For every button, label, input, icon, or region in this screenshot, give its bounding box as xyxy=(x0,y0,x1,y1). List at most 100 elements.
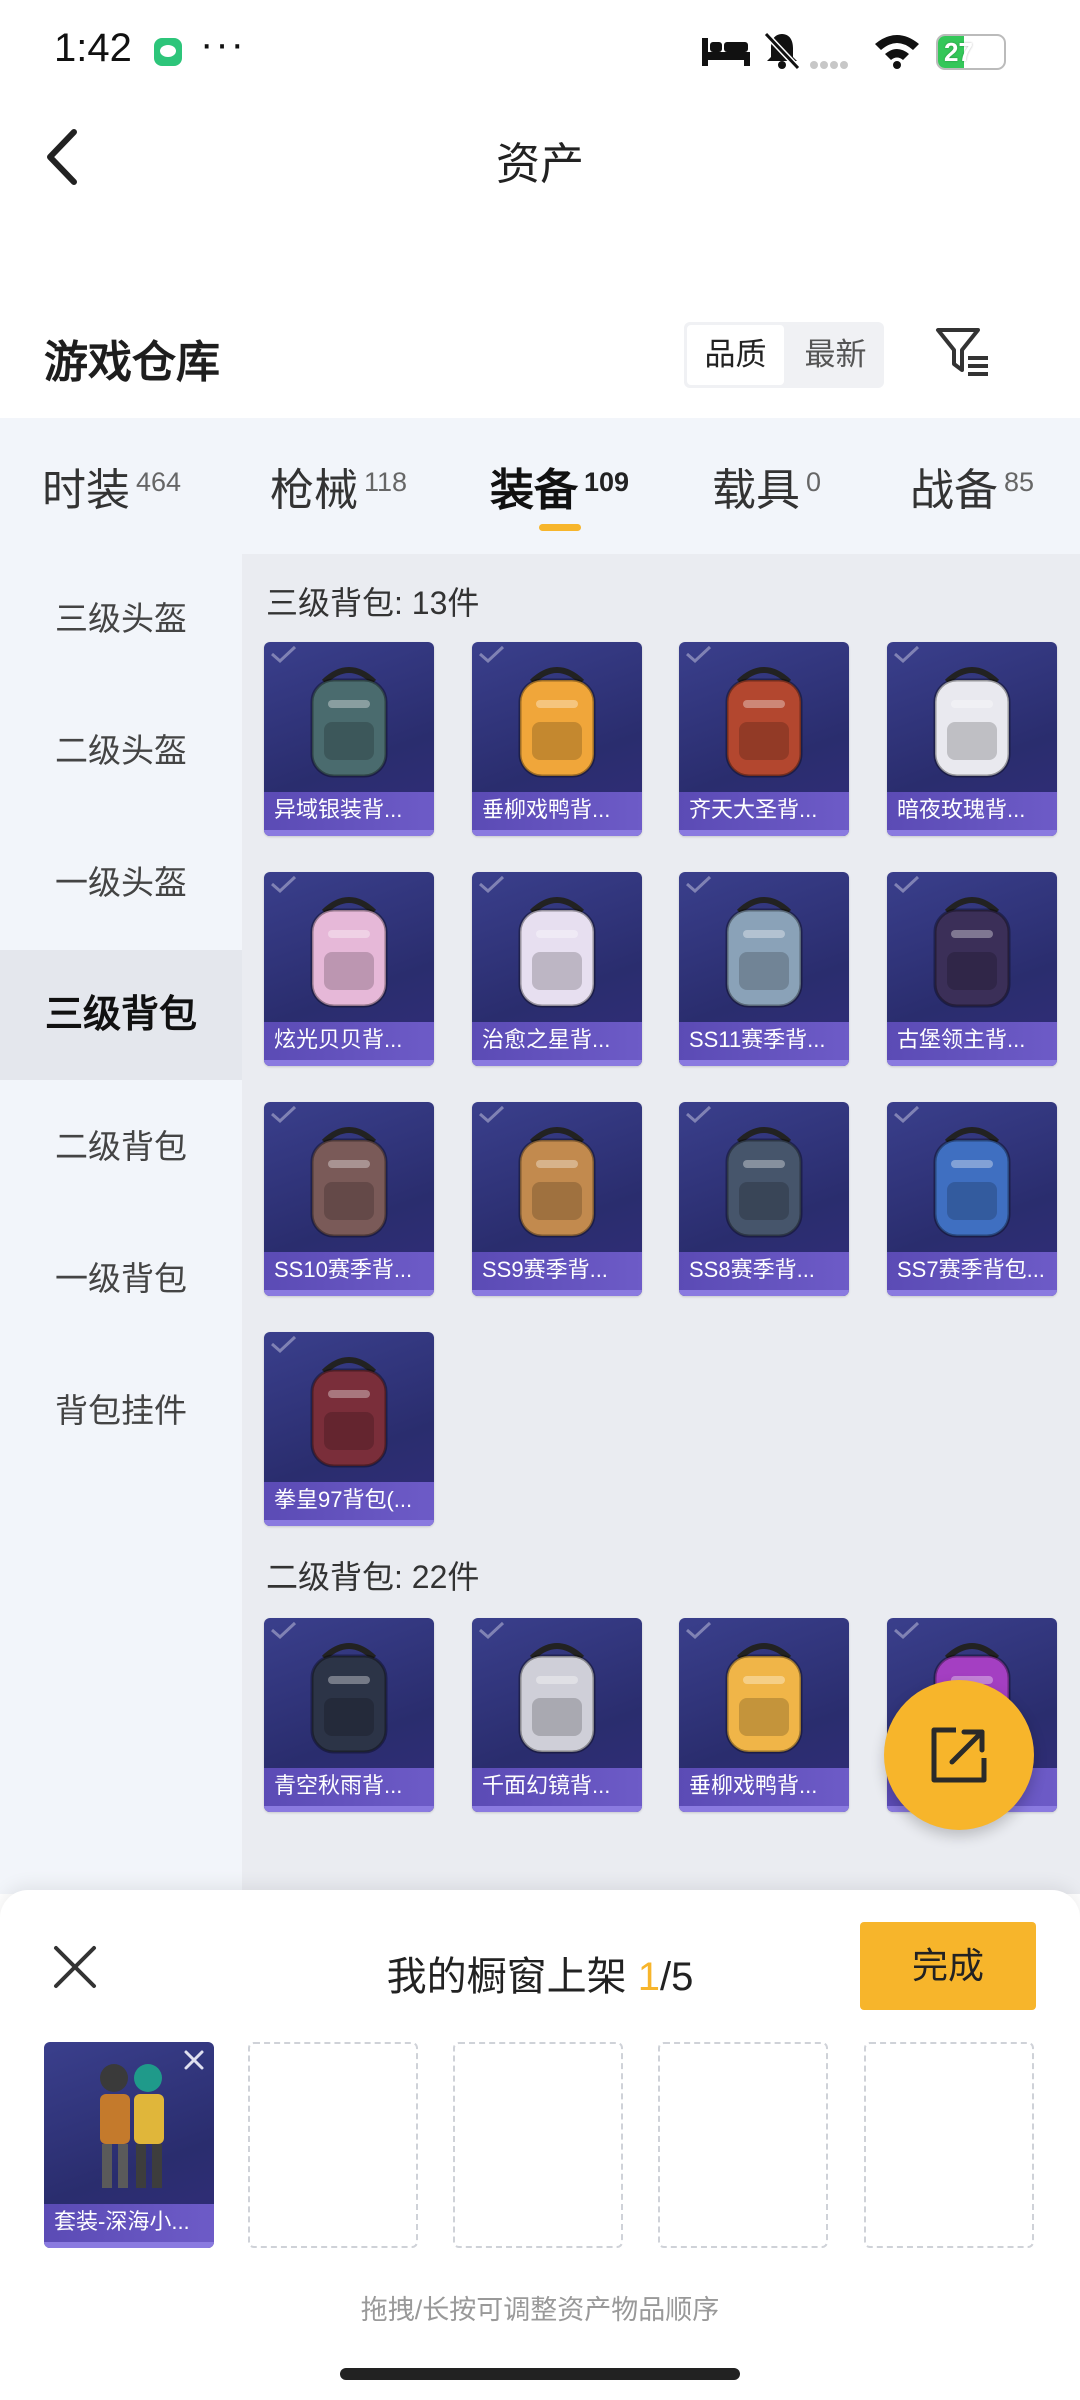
tab-count: 85 xyxy=(1004,467,1035,497)
sidebar-item-level1-helmet[interactable]: 一级头盔 xyxy=(0,818,242,948)
tab-fashion[interactable]: 时装 464 xyxy=(42,454,181,534)
backpack-icon xyxy=(933,1127,1011,1238)
status-bar: 1:42 ··· 27 xyxy=(0,0,1080,100)
wechat-notification-icon xyxy=(154,38,182,66)
filter-icon[interactable] xyxy=(934,322,994,382)
sort-by-newest[interactable]: 最新 xyxy=(787,322,884,388)
tab-label: 时装 xyxy=(42,466,130,515)
remove-icon[interactable] xyxy=(182,2048,206,2072)
fighter-backpack-icon xyxy=(310,1357,388,1468)
tab-label: 枪械 xyxy=(270,466,358,515)
backpack-icon xyxy=(725,1127,803,1238)
sidebar-item-level2-helmet[interactable]: 二级头盔 xyxy=(0,686,242,816)
tab-count: 464 xyxy=(136,467,182,497)
item-card[interactable]: 青空秋雨背... xyxy=(264,1618,434,1812)
tab-count: 118 xyxy=(364,467,408,497)
tab-supplies[interactable]: 战备 85 xyxy=(910,454,1034,534)
item-name: SS10赛季背... xyxy=(264,1252,434,1296)
sidebar-item-level3-backpack[interactable]: 三级背包 xyxy=(0,950,242,1080)
item-card[interactable]: SS9赛季背... xyxy=(472,1102,642,1296)
section-title: 三级背包: 13件 xyxy=(266,585,480,621)
reorder-hint: 拖拽/长按可调整资产物品顺序 xyxy=(360,2295,720,2325)
item-card[interactable]: 炫光贝贝背... xyxy=(264,872,434,1066)
item-name: 青空秋雨背... xyxy=(264,1768,434,1812)
backpack-icon xyxy=(310,1127,388,1238)
backpack-icon xyxy=(518,1127,596,1238)
item-card[interactable]: 拳皇97背包(... xyxy=(264,1332,434,1526)
sidebar-item-level3-helmet[interactable]: 三级头盔 xyxy=(0,554,242,684)
showcase-slot-empty[interactable] xyxy=(248,2042,418,2248)
item-name: 垂柳戏鸭背... xyxy=(472,792,642,836)
warehouse-title: 游戏仓库 xyxy=(44,338,220,387)
showcase-slot-empty[interactable] xyxy=(453,2042,623,2248)
showcase-slot-empty[interactable] xyxy=(864,2042,1034,2248)
item-name: SS8赛季背... xyxy=(679,1252,849,1296)
item-card[interactable]: 古堡领主背... xyxy=(887,872,1057,1066)
mute-bell-icon xyxy=(763,31,801,70)
backpack-icon xyxy=(310,1643,388,1754)
sleep-mode-icon xyxy=(702,38,750,66)
tab-equipment[interactable]: 装备 109 xyxy=(490,454,629,534)
item-name: 古堡领主背... xyxy=(887,1022,1057,1066)
item-card[interactable]: SS8赛季背... xyxy=(679,1102,849,1296)
battery-level: 27 xyxy=(944,37,973,67)
subcategory-sidebar: 三级头盔 二级头盔 一级头盔 三级背包 二级背包 一级背包 背包挂件 xyxy=(0,554,242,1894)
item-card[interactable]: SS11赛季背... xyxy=(679,872,849,1066)
duck-backpack-icon xyxy=(518,667,596,778)
item-name: SS9赛季背... xyxy=(472,1252,642,1296)
showcase-item-name: 套装-深海小... xyxy=(44,2204,214,2248)
sort-toggle: 品质 最新 xyxy=(684,322,884,388)
crystal-backpack-icon xyxy=(518,1643,596,1754)
sidebar-item-backpack-pendant[interactable]: 背包挂件 xyxy=(0,1346,242,1476)
tab-label: 装备 xyxy=(490,466,578,515)
monkey-king-backpack-icon xyxy=(725,667,803,778)
sort-by-quality[interactable]: 品质 xyxy=(687,325,784,385)
tab-vehicles[interactable]: 载具 0 xyxy=(712,454,821,534)
backpack-icon xyxy=(310,667,388,778)
item-card[interactable]: 垂柳戏鸭背... xyxy=(679,1618,849,1812)
status-time: 1:42 xyxy=(54,26,132,70)
showcase-total: /5 xyxy=(660,1955,694,1999)
item-name: 垂柳戏鸭背... xyxy=(679,1768,849,1812)
item-card[interactable]: 齐天大圣背... xyxy=(679,642,849,836)
item-card[interactable]: 治愈之星背... xyxy=(472,872,642,1066)
tab-count: 109 xyxy=(584,467,630,497)
share-icon xyxy=(931,1727,987,1783)
sidebar-item-level1-backpack[interactable]: 一级背包 xyxy=(0,1214,242,1344)
item-name: SS7赛季背包... xyxy=(887,1252,1057,1296)
category-tabs: 时装 464 枪械 118 装备 109 载具 0 战备 85 xyxy=(0,418,1080,554)
tab-count: 0 xyxy=(806,467,822,497)
showcase-sheet: 我的橱窗上架 1/5 完成 套装-深海小... 拖拽/长按可调整资产物品顺序 xyxy=(0,1890,1080,2400)
active-tab-indicator xyxy=(538,524,581,531)
share-button[interactable] xyxy=(884,1680,1034,1830)
battery-icon: 27 xyxy=(936,34,1006,70)
home-indicator xyxy=(340,2368,740,2380)
done-button[interactable]: 完成 xyxy=(860,1922,1036,2010)
robot-backpack-icon xyxy=(518,897,596,1008)
doll-backpack-icon xyxy=(310,897,388,1008)
showcase-slot-1[interactable]: 套装-深海小... xyxy=(44,2042,214,2248)
more-notifications-icon: ··· xyxy=(200,22,246,66)
tab-weapons[interactable]: 枪械 118 xyxy=(270,454,407,534)
showcase-slot-empty[interactable] xyxy=(658,2042,828,2248)
signal-icon xyxy=(810,56,860,69)
item-card[interactable]: 千面幻镜背... xyxy=(472,1618,642,1812)
outfit-icon xyxy=(100,2064,164,2188)
section-title: 二级背包: 22件 xyxy=(266,1559,480,1595)
sidebar-item-level2-backpack[interactable]: 二级背包 xyxy=(0,1082,242,1212)
item-name: 千面幻镜背... xyxy=(472,1768,642,1812)
showcase-count: 1 xyxy=(637,1955,660,1999)
item-card[interactable]: SS7赛季背包... xyxy=(887,1102,1057,1296)
item-name: 炫光贝贝背... xyxy=(264,1022,434,1066)
showcase-title-text: 我的橱窗上架 xyxy=(386,1955,638,1999)
item-name: SS11赛季背... xyxy=(679,1022,849,1066)
tab-label: 载具 xyxy=(712,466,800,515)
item-card[interactable]: 垂柳戏鸭背... xyxy=(472,642,642,836)
item-card[interactable]: 异域银装背... xyxy=(264,642,434,836)
bear-backpack-icon xyxy=(933,667,1011,778)
bat-backpack-icon xyxy=(933,897,1011,1008)
item-card[interactable]: SS10赛季背... xyxy=(264,1102,434,1296)
item-name: 暗夜玫瑰背... xyxy=(887,792,1057,836)
item-name: 异域银装背... xyxy=(264,792,434,836)
item-card[interactable]: 暗夜玫瑰背... xyxy=(887,642,1057,836)
